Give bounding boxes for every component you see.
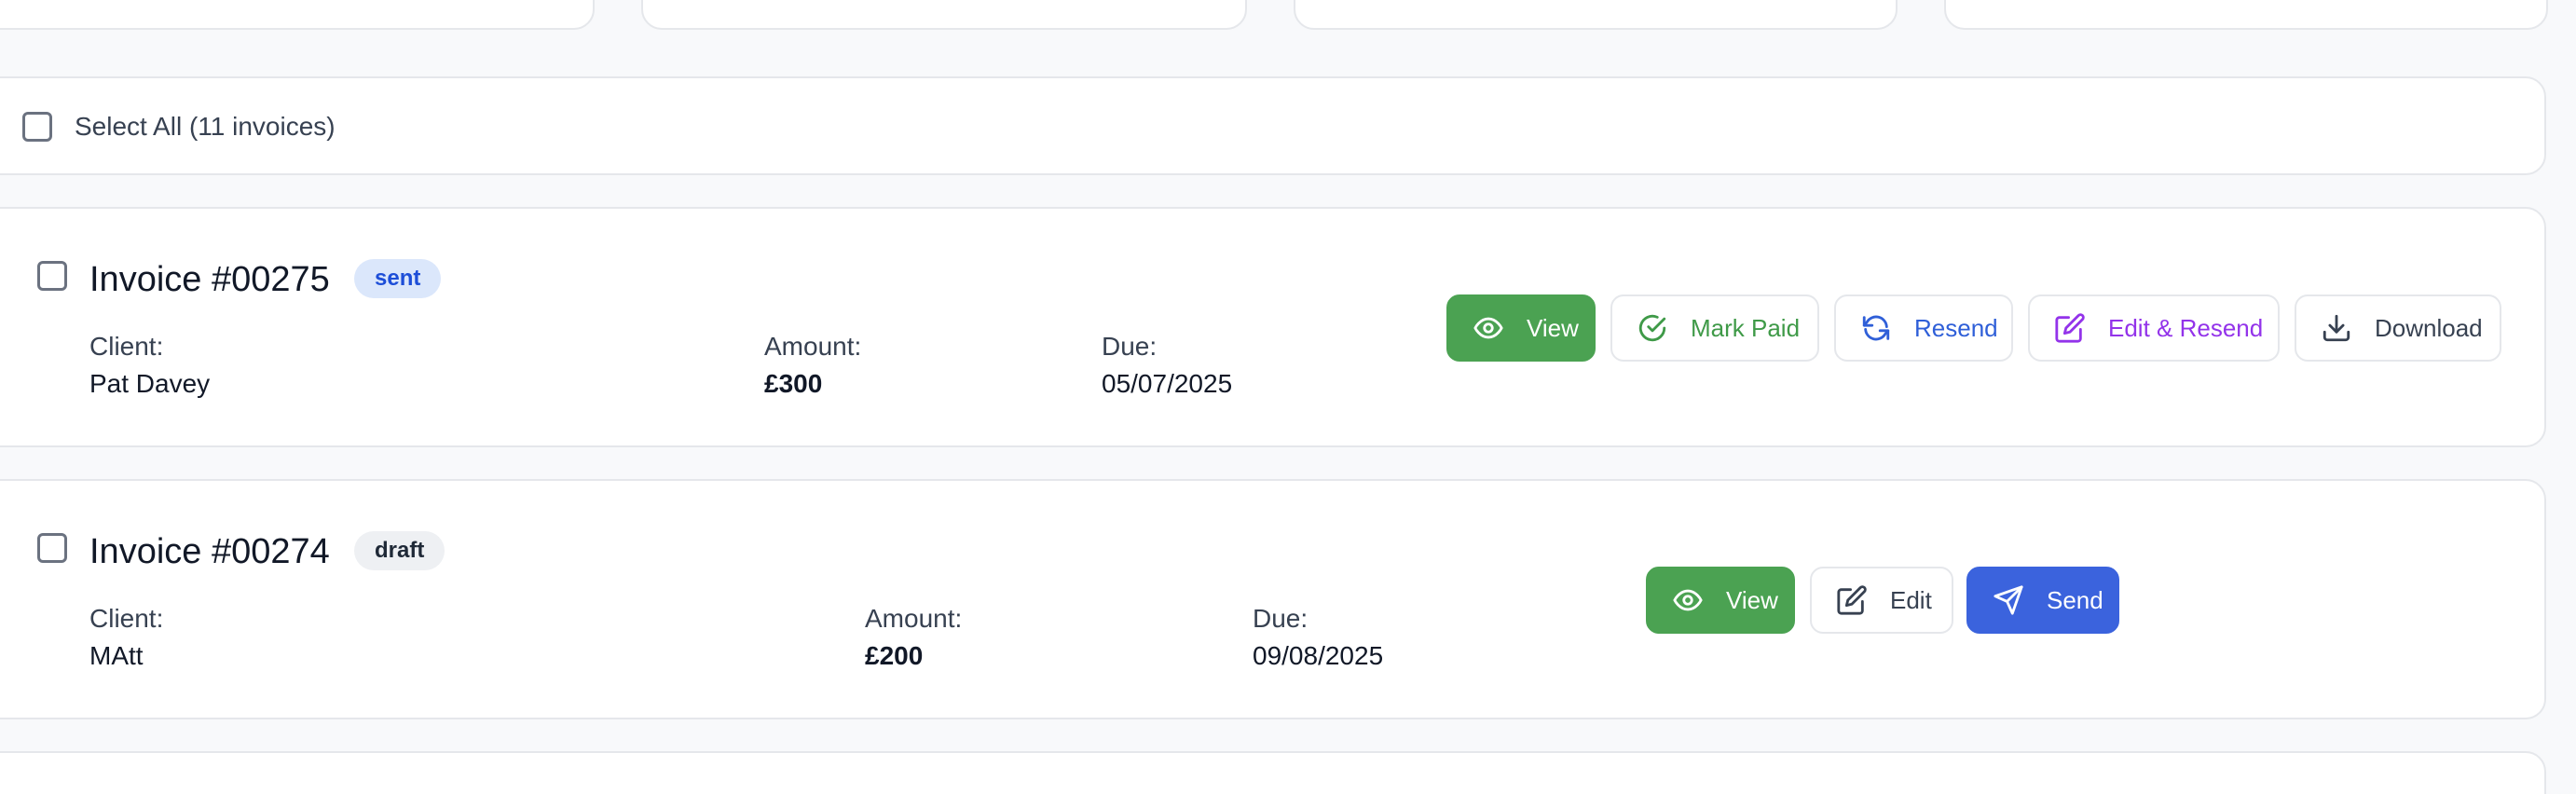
edit-resend-button[interactable]: Edit & Resend — [2028, 294, 2280, 362]
send-label: Send — [2047, 585, 2103, 614]
due-value: 05/07/2025 — [1102, 369, 1233, 398]
client-value: MAtt — [89, 641, 144, 670]
status-badge: sent — [354, 259, 442, 298]
view-button-label: View — [1726, 585, 1778, 614]
client-label: Client: — [89, 604, 164, 633]
mark-paid-label: Mark Paid — [1691, 313, 1801, 342]
summary-card-2 — [641, 0, 1247, 30]
refresh-icon — [1862, 315, 1890, 341]
summary-card-4 — [1944, 0, 2548, 30]
edit-resend-label: Edit & Resend — [2108, 313, 2264, 342]
due-label: Due: — [1102, 332, 1158, 361]
select-all-bar — [0, 76, 2546, 175]
view-button[interactable]: View — [1446, 294, 1596, 362]
edit-icon — [1837, 585, 1867, 615]
invoice-card-partial — [0, 751, 2546, 794]
send-button[interactable]: Send — [1966, 567, 2119, 634]
mark-paid-button[interactable]: Mark Paid — [1610, 294, 1819, 362]
eye-icon — [1673, 589, 1703, 611]
download-label: Download — [2375, 313, 2483, 342]
edit-label: Edit — [1890, 585, 1932, 614]
status-badge: draft — [354, 531, 445, 570]
eye-icon — [1473, 317, 1503, 339]
view-button-label: View — [1527, 313, 1579, 342]
invoice-checkbox[interactable] — [37, 261, 67, 291]
amount-label: Amount: — [865, 604, 963, 633]
edit-button[interactable]: Edit — [1810, 567, 1953, 634]
invoice-title: Invoice #00275 — [89, 260, 330, 299]
resend-label: Resend — [1914, 313, 1998, 342]
edit-icon — [2055, 313, 2085, 343]
select-all-checkbox[interactable] — [22, 112, 52, 142]
view-button[interactable]: View — [1646, 567, 1795, 634]
client-label: Client: — [89, 332, 164, 361]
invoice-title: Invoice #00274 — [89, 532, 330, 571]
select-all-label: Select All (11 invoices) — [75, 112, 336, 141]
resend-button[interactable]: Resend — [1834, 294, 2013, 362]
amount-value: £300 — [764, 369, 823, 398]
download-button[interactable]: Download — [2295, 294, 2501, 362]
invoice-card — [0, 479, 2546, 719]
send-icon — [1994, 585, 2023, 615]
client-value: Pat Davey — [89, 369, 211, 398]
download-icon — [2323, 314, 2350, 342]
invoices-page: Select All (11 invoices) Invoice #00275 … — [0, 0, 2576, 794]
amount-label: Amount: — [764, 332, 862, 361]
summary-card-3 — [1294, 0, 1898, 30]
invoice-checkbox[interactable] — [37, 533, 67, 563]
amount-value: £200 — [865, 641, 924, 670]
due-label: Due: — [1253, 604, 1309, 633]
due-value: 09/08/2025 — [1253, 641, 1384, 670]
check-circle-icon — [1638, 314, 1666, 342]
summary-card-1 — [0, 0, 595, 30]
